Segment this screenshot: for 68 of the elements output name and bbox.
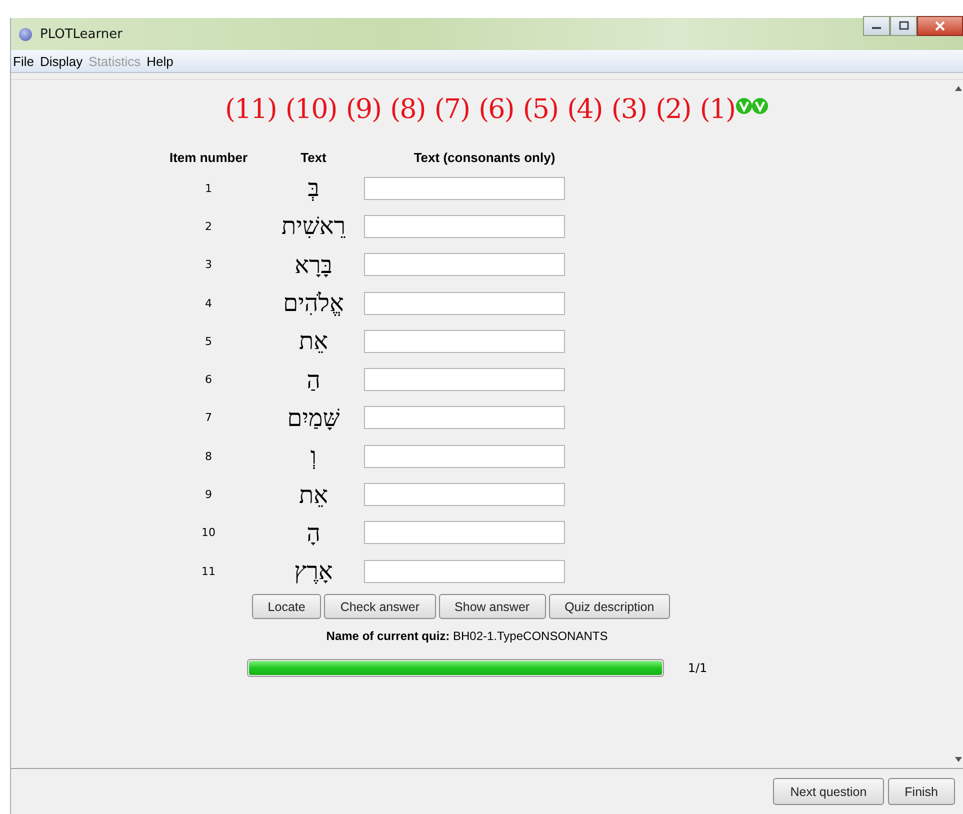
item-number: 6 [204,373,213,386]
question-marker: (4) [567,94,602,125]
hebrew-text: אָרֶץ [293,559,334,584]
answer-field[interactable] [364,444,564,468]
hebrew-text: וְ [309,444,318,468]
question-marker: (6) [478,94,514,125]
action-button[interactable]: Check answer [324,594,436,620]
minimize-button[interactable] [863,16,890,36]
hebrew-text: אֵת [298,482,330,507]
action-button[interactable]: Show answer [438,594,546,620]
answer-field[interactable] [364,214,564,238]
scroll-down-icon[interactable] [954,757,962,762]
close-icon [934,21,946,31]
item-number: 10 [200,526,216,540]
item-number: 5 [204,334,213,348]
action-button[interactable]: Quiz description [548,594,670,620]
hebrew-text: הָ [306,520,322,545]
question-marker: (1) [700,94,736,125]
maximize-button[interactable] [890,16,917,36]
scroll-up-icon[interactable] [954,86,962,91]
answer-field[interactable] [364,253,564,276]
footer-button[interactable]: Next question [773,778,884,805]
window-title: PLOTLearner [40,26,122,42]
question-marker: (11) [224,94,276,125]
question-marker: (8) [390,94,426,125]
quiz-name: Name of current quiz: BH02-1.TypeCONSONANTS [326,629,608,644]
hebrew-text: אֵת [298,329,330,354]
menu-item[interactable]: Help [146,54,174,68]
action-button[interactable]: Locate [252,594,322,620]
progress-count: 1/1 [688,661,708,676]
app-icon [19,28,32,40]
hebrew-text: אֱלֹהִים [282,291,345,316]
item-number: 9 [204,488,213,502]
item-number: 2 [204,220,213,233]
answer-field[interactable] [364,176,564,200]
answer-field[interactable] [364,483,564,506]
question-marker: (2) [656,94,691,125]
close-button[interactable] [917,16,963,36]
hebrew-text: רֵאשִׁית [280,214,347,238]
maximize-icon [898,21,910,31]
footer-button[interactable]: Finish [888,778,955,805]
hebrew-text: בְּ [306,176,320,200]
item-number: 3 [204,258,213,272]
item-number: 4 [204,296,213,310]
question-marker: (5) [522,94,558,125]
answer-field[interactable] [364,368,564,392]
answer-field[interactable] [364,292,564,315]
answer-field[interactable] [364,330,564,353]
answer-field[interactable] [364,521,564,544]
question-marker: (9) [346,94,382,125]
item-number: 11 [200,564,216,578]
item-number: 1 [204,182,213,195]
hebrew-text: שָּׁמַיִם [286,406,341,430]
question-marker: (10) [285,94,337,125]
answer-field[interactable] [364,406,564,430]
question-marker: (7) [434,94,470,125]
menu-item[interactable]: File [13,54,34,68]
column-header: Item number [168,150,248,167]
item-number: 7 [204,411,213,424]
hebrew-text: בָּרָא [294,252,334,277]
question-marker: (3) [611,94,647,125]
column-header: Text [300,150,328,167]
menu-item[interactable]: Display [40,54,83,68]
hebrew-text: הַ [306,368,322,392]
answer-field[interactable] [364,560,564,583]
column-header: Text (consonants only) [412,150,556,167]
check-icon [735,97,770,115]
item-number: 8 [204,450,213,463]
